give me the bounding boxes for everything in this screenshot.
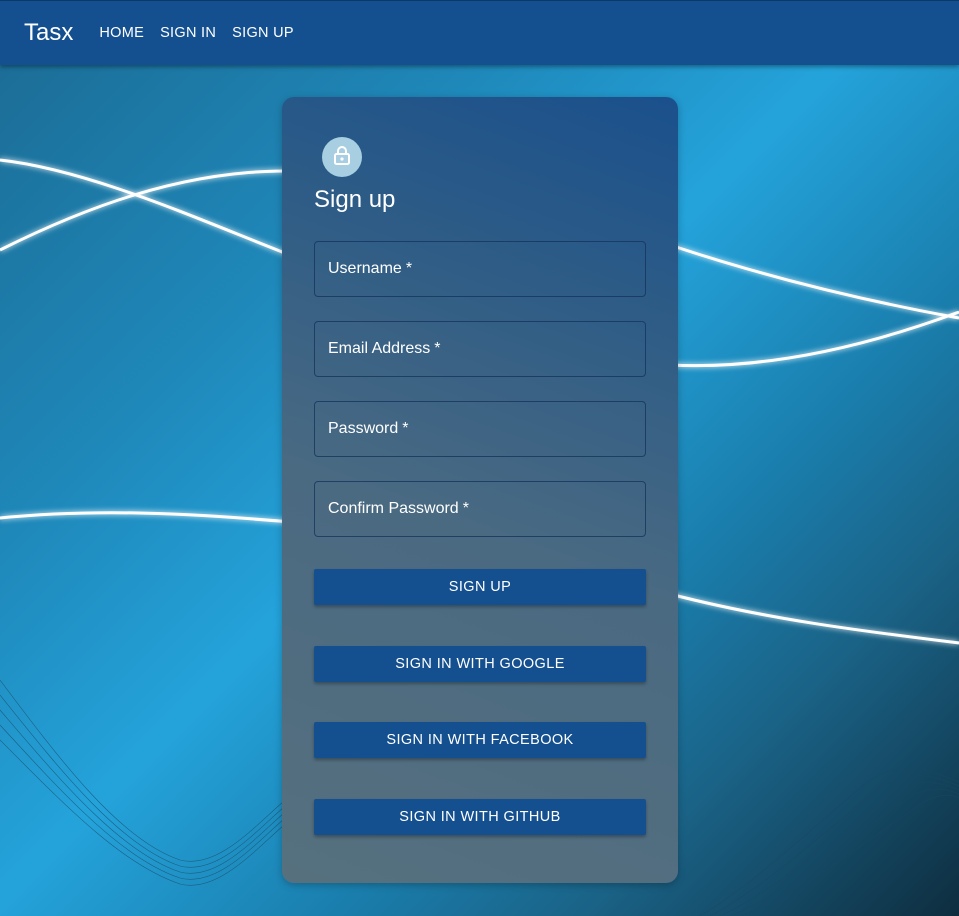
username-field[interactable]: Username * (314, 241, 646, 297)
nav-home[interactable]: HOME (99, 25, 144, 41)
confirm-password-label: Confirm Password (328, 500, 459, 517)
facebook-sign-in-button[interactable]: SIGN IN WITH FACEBOOK (314, 722, 646, 758)
lock-avatar (322, 137, 362, 177)
confirm-password-field[interactable]: Confirm Password * (314, 481, 646, 537)
username-label: Username (328, 260, 402, 277)
email-label: Email Address (328, 340, 431, 357)
brand-logo[interactable]: Tasx (24, 21, 73, 45)
required-marker: * (405, 260, 413, 277)
lock-icon (333, 145, 351, 170)
app-bar: Tasx HOME SIGN IN SIGN UP (0, 0, 959, 65)
sign-up-card: Sign up Username * Email Address * Passw… (282, 97, 678, 883)
nav-sign-up[interactable]: SIGN UP (232, 25, 294, 41)
required-marker: * (434, 340, 441, 357)
google-sign-in-button[interactable]: SIGN IN WITH GOOGLE (314, 646, 646, 682)
nav-sign-in[interactable]: SIGN IN (160, 25, 216, 41)
github-sign-in-button[interactable]: SIGN IN WITH GITHUB (314, 799, 646, 835)
required-marker: * (402, 420, 409, 437)
required-marker: * (462, 500, 469, 517)
sign-up-button[interactable]: SIGN UP (314, 569, 646, 605)
password-label: Password (328, 420, 399, 437)
email-field[interactable]: Email Address * (314, 321, 646, 377)
page-title: Sign up (314, 186, 396, 213)
password-field[interactable]: Password * (314, 401, 646, 457)
